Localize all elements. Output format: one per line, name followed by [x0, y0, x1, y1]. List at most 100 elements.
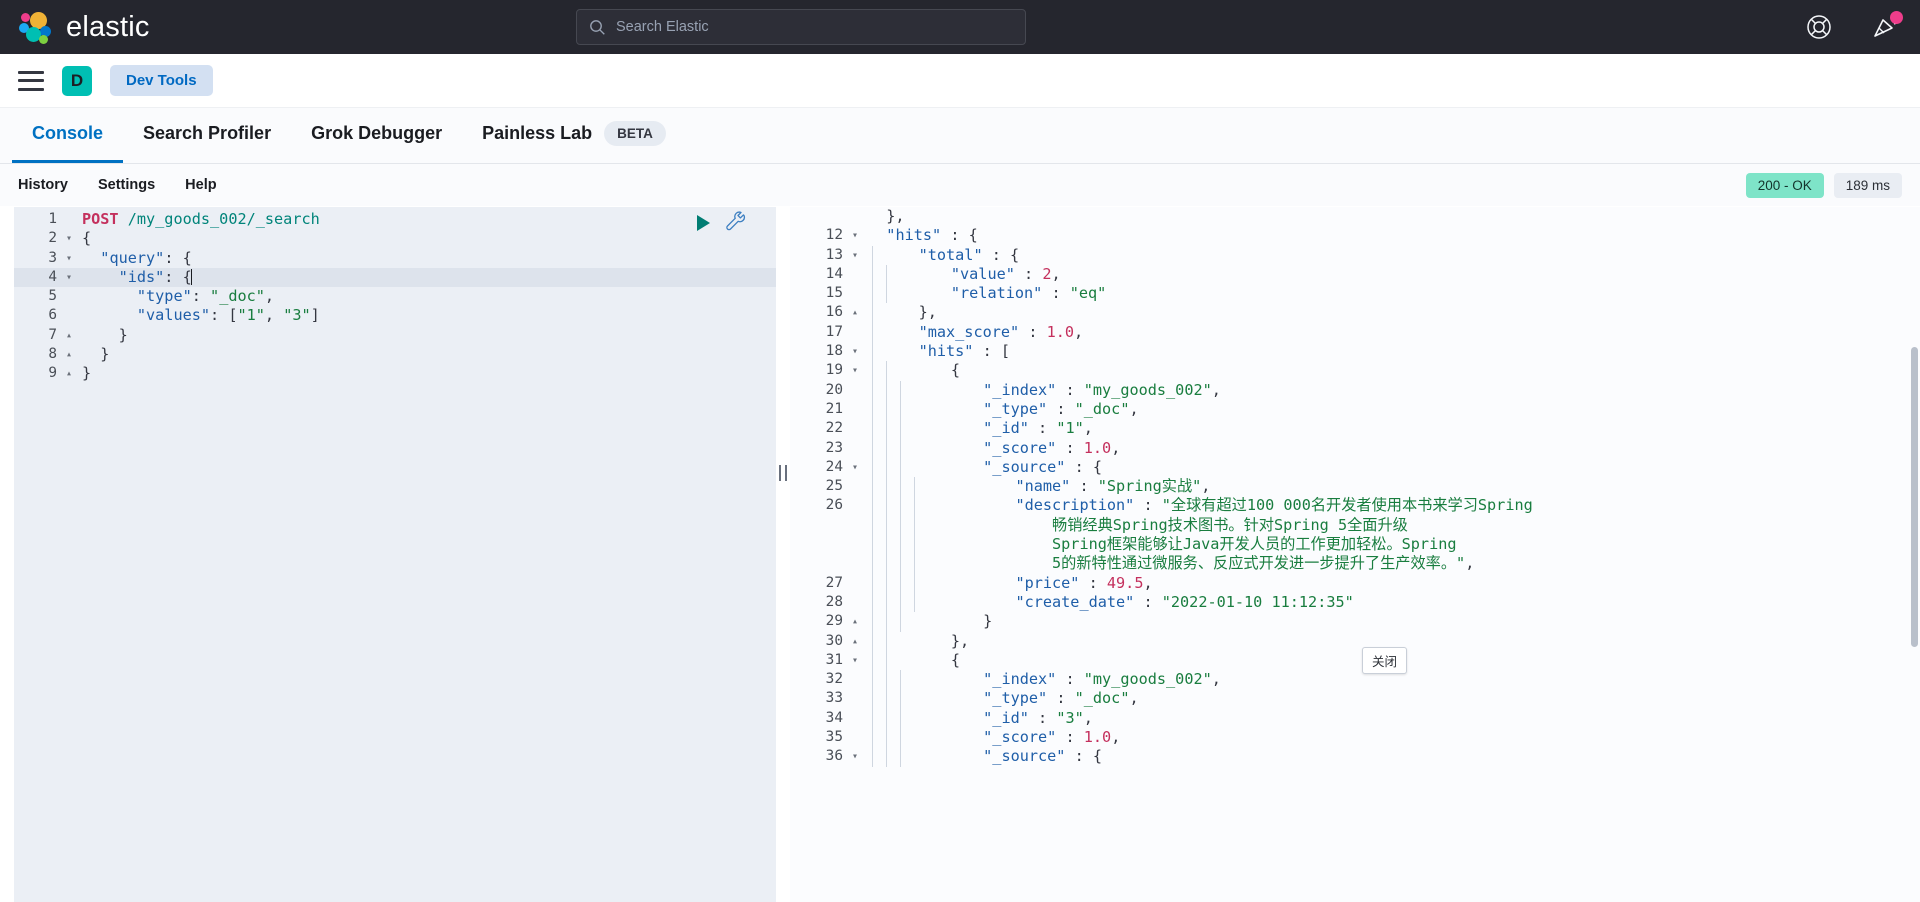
fold-toggle-icon[interactable] [852, 709, 866, 728]
fold-toggle-icon[interactable] [852, 689, 866, 708]
response-line: 26 "description" : "全球有超过100 000名开发者使用本书… [790, 496, 1920, 574]
tab-console[interactable]: Console [12, 107, 124, 163]
hamburger-menu-icon[interactable] [18, 70, 44, 91]
code-token: : { [164, 248, 192, 267]
tab-grok-debugger[interactable]: Grok Debugger [291, 107, 462, 163]
response-line: 23 "_score" : 1.0, [790, 438, 1920, 459]
elastic-brand[interactable]: elastic [0, 10, 150, 44]
global-search-input[interactable]: Search Elastic [576, 9, 1026, 45]
code-text: "relation" : "eq" [894, 284, 1106, 303]
editor-line[interactable]: 6 "values": ["1", "3"] [14, 306, 776, 325]
code-text: "name" : "Spring实战", [922, 477, 1210, 496]
code-token: "my_goods_002" [1083, 670, 1212, 689]
fold-toggle-icon[interactable] [66, 210, 79, 229]
code-text: "value" : 2, [894, 265, 1061, 284]
response-line: 15 "relation" : "eq" [790, 284, 1920, 304]
fold-toggle-icon[interactable] [852, 496, 866, 573]
fold-toggle-icon[interactable] [852, 419, 866, 438]
fold-toggle-icon[interactable]: ▴ [66, 345, 79, 364]
fold-toggle-icon[interactable]: ▾ [66, 229, 79, 248]
fold-toggle-icon[interactable] [852, 381, 866, 400]
fold-toggle-icon[interactable] [66, 306, 79, 325]
fold-toggle-icon[interactable] [852, 477, 866, 496]
indent-guide [866, 264, 880, 285]
indent-guide [894, 399, 908, 420]
indent-guide [880, 573, 894, 594]
fold-toggle-icon[interactable] [852, 284, 866, 303]
fold-toggle-icon[interactable] [66, 287, 79, 306]
indent-guide [866, 573, 880, 594]
editor-line[interactable]: 1 POST /my_goods_002/_search [14, 210, 776, 229]
code-token: : [1079, 573, 1107, 592]
fold-toggle-icon[interactable] [852, 400, 866, 419]
code-token: "hits" [886, 226, 942, 245]
editor-line[interactable]: 8 ▴ } [14, 345, 776, 364]
line-number: 21 [825, 400, 843, 417]
fold-toggle-icon[interactable]: ▾ [66, 268, 79, 287]
fold-toggle-icon[interactable]: ▾ [852, 342, 866, 361]
fold-toggle-icon[interactable] [852, 207, 866, 226]
editor-line[interactable]: 7 ▴ } [14, 326, 776, 345]
fold-toggle-icon[interactable] [852, 265, 866, 284]
fold-toggle-icon[interactable]: ▴ [852, 303, 866, 322]
fold-toggle-icon[interactable] [852, 574, 866, 593]
code-token: "_id" [983, 708, 1029, 727]
splitter-grip[interactable] [779, 465, 787, 481]
code-token: "total" [918, 245, 983, 264]
response-pane[interactable]: }, 12 ▾ "hits" : {13 ▾ "total" : {14 "value… [790, 207, 1920, 902]
response-scrollbar[interactable] [1911, 347, 1918, 647]
fold-toggle-icon[interactable] [852, 670, 866, 689]
play-icon[interactable] [697, 215, 710, 231]
request-editor[interactable]: 1 POST /my_goods_002/_search 2 ▾{3 ▾ "query"… [14, 207, 776, 902]
editor-line[interactable]: 9 ▴} [14, 364, 776, 383]
fold-toggle-icon[interactable] [852, 439, 866, 458]
search-icon [590, 19, 605, 35]
history-button[interactable]: History [18, 177, 68, 193]
line-number: 13 [825, 246, 843, 263]
fold-toggle-icon[interactable] [852, 728, 866, 747]
megaphone-icon[interactable] [1872, 11, 1903, 40]
tab-painless-lab[interactable]: Painless Lab BETA [462, 107, 686, 163]
fold-toggle-icon[interactable]: ▾ [852, 458, 866, 477]
fold-toggle-icon[interactable]: ▾ [852, 246, 866, 265]
indent-guide [880, 496, 894, 574]
fold-toggle-icon[interactable]: ▾ [66, 249, 79, 268]
fold-toggle-icon[interactable]: ▾ [852, 361, 866, 380]
code-text: "_source" : { [908, 747, 1102, 766]
editor-line[interactable]: 3 ▾ "query": { [14, 249, 776, 268]
fold-toggle-icon[interactable] [852, 593, 866, 612]
editor-line[interactable]: 2 ▾{ [14, 229, 776, 248]
fold-toggle-icon[interactable]: ▾ [852, 651, 866, 670]
indent-guide [894, 747, 908, 767]
pane-splitter[interactable] [776, 207, 790, 902]
fold-toggle-icon[interactable] [852, 323, 866, 342]
settings-button[interactable]: Settings [98, 177, 155, 193]
request-code[interactable]: 1 POST /my_goods_002/_search 2 ▾{3 ▾ "query"… [14, 207, 776, 902]
fold-toggle-icon[interactable]: ▴ [852, 612, 866, 631]
code-token: : [1028, 419, 1057, 438]
indent-guide [880, 612, 894, 632]
fold-toggle-icon[interactable]: ▾ [852, 226, 866, 245]
tab-search-profiler[interactable]: Search Profiler [123, 107, 291, 163]
space-avatar[interactable]: D [62, 65, 92, 96]
code-token: "Spring实战" [1097, 477, 1202, 496]
fold-toggle-icon[interactable]: ▴ [66, 326, 79, 345]
code-text: "type": "_doc", [79, 287, 274, 306]
fold-toggle-icon[interactable]: ▴ [66, 364, 79, 383]
editor-line[interactable]: 5 "type": "_doc", [14, 287, 776, 306]
line-number: 34 [825, 709, 843, 726]
code-token: , [1143, 573, 1153, 592]
lifebuoy-icon[interactable] [1806, 14, 1832, 40]
help-button[interactable]: Help [185, 177, 216, 193]
editor-line[interactable]: 4 ▾ "ids": { [14, 267, 776, 288]
breadcrumb-dev-tools[interactable]: Dev Tools [110, 65, 213, 96]
fold-toggle-icon[interactable]: ▴ [852, 632, 866, 651]
wrench-icon[interactable] [724, 211, 748, 235]
close-tooltip[interactable]: 关闭 [1362, 647, 1408, 674]
fold-toggle-icon[interactable]: ▾ [852, 747, 866, 766]
code-token: "1" [237, 306, 265, 325]
request-editor-pane[interactable]: 1 POST /my_goods_002/_search 2 ▾{3 ▾ "query"… [0, 207, 776, 902]
code-token: , [1074, 322, 1084, 341]
